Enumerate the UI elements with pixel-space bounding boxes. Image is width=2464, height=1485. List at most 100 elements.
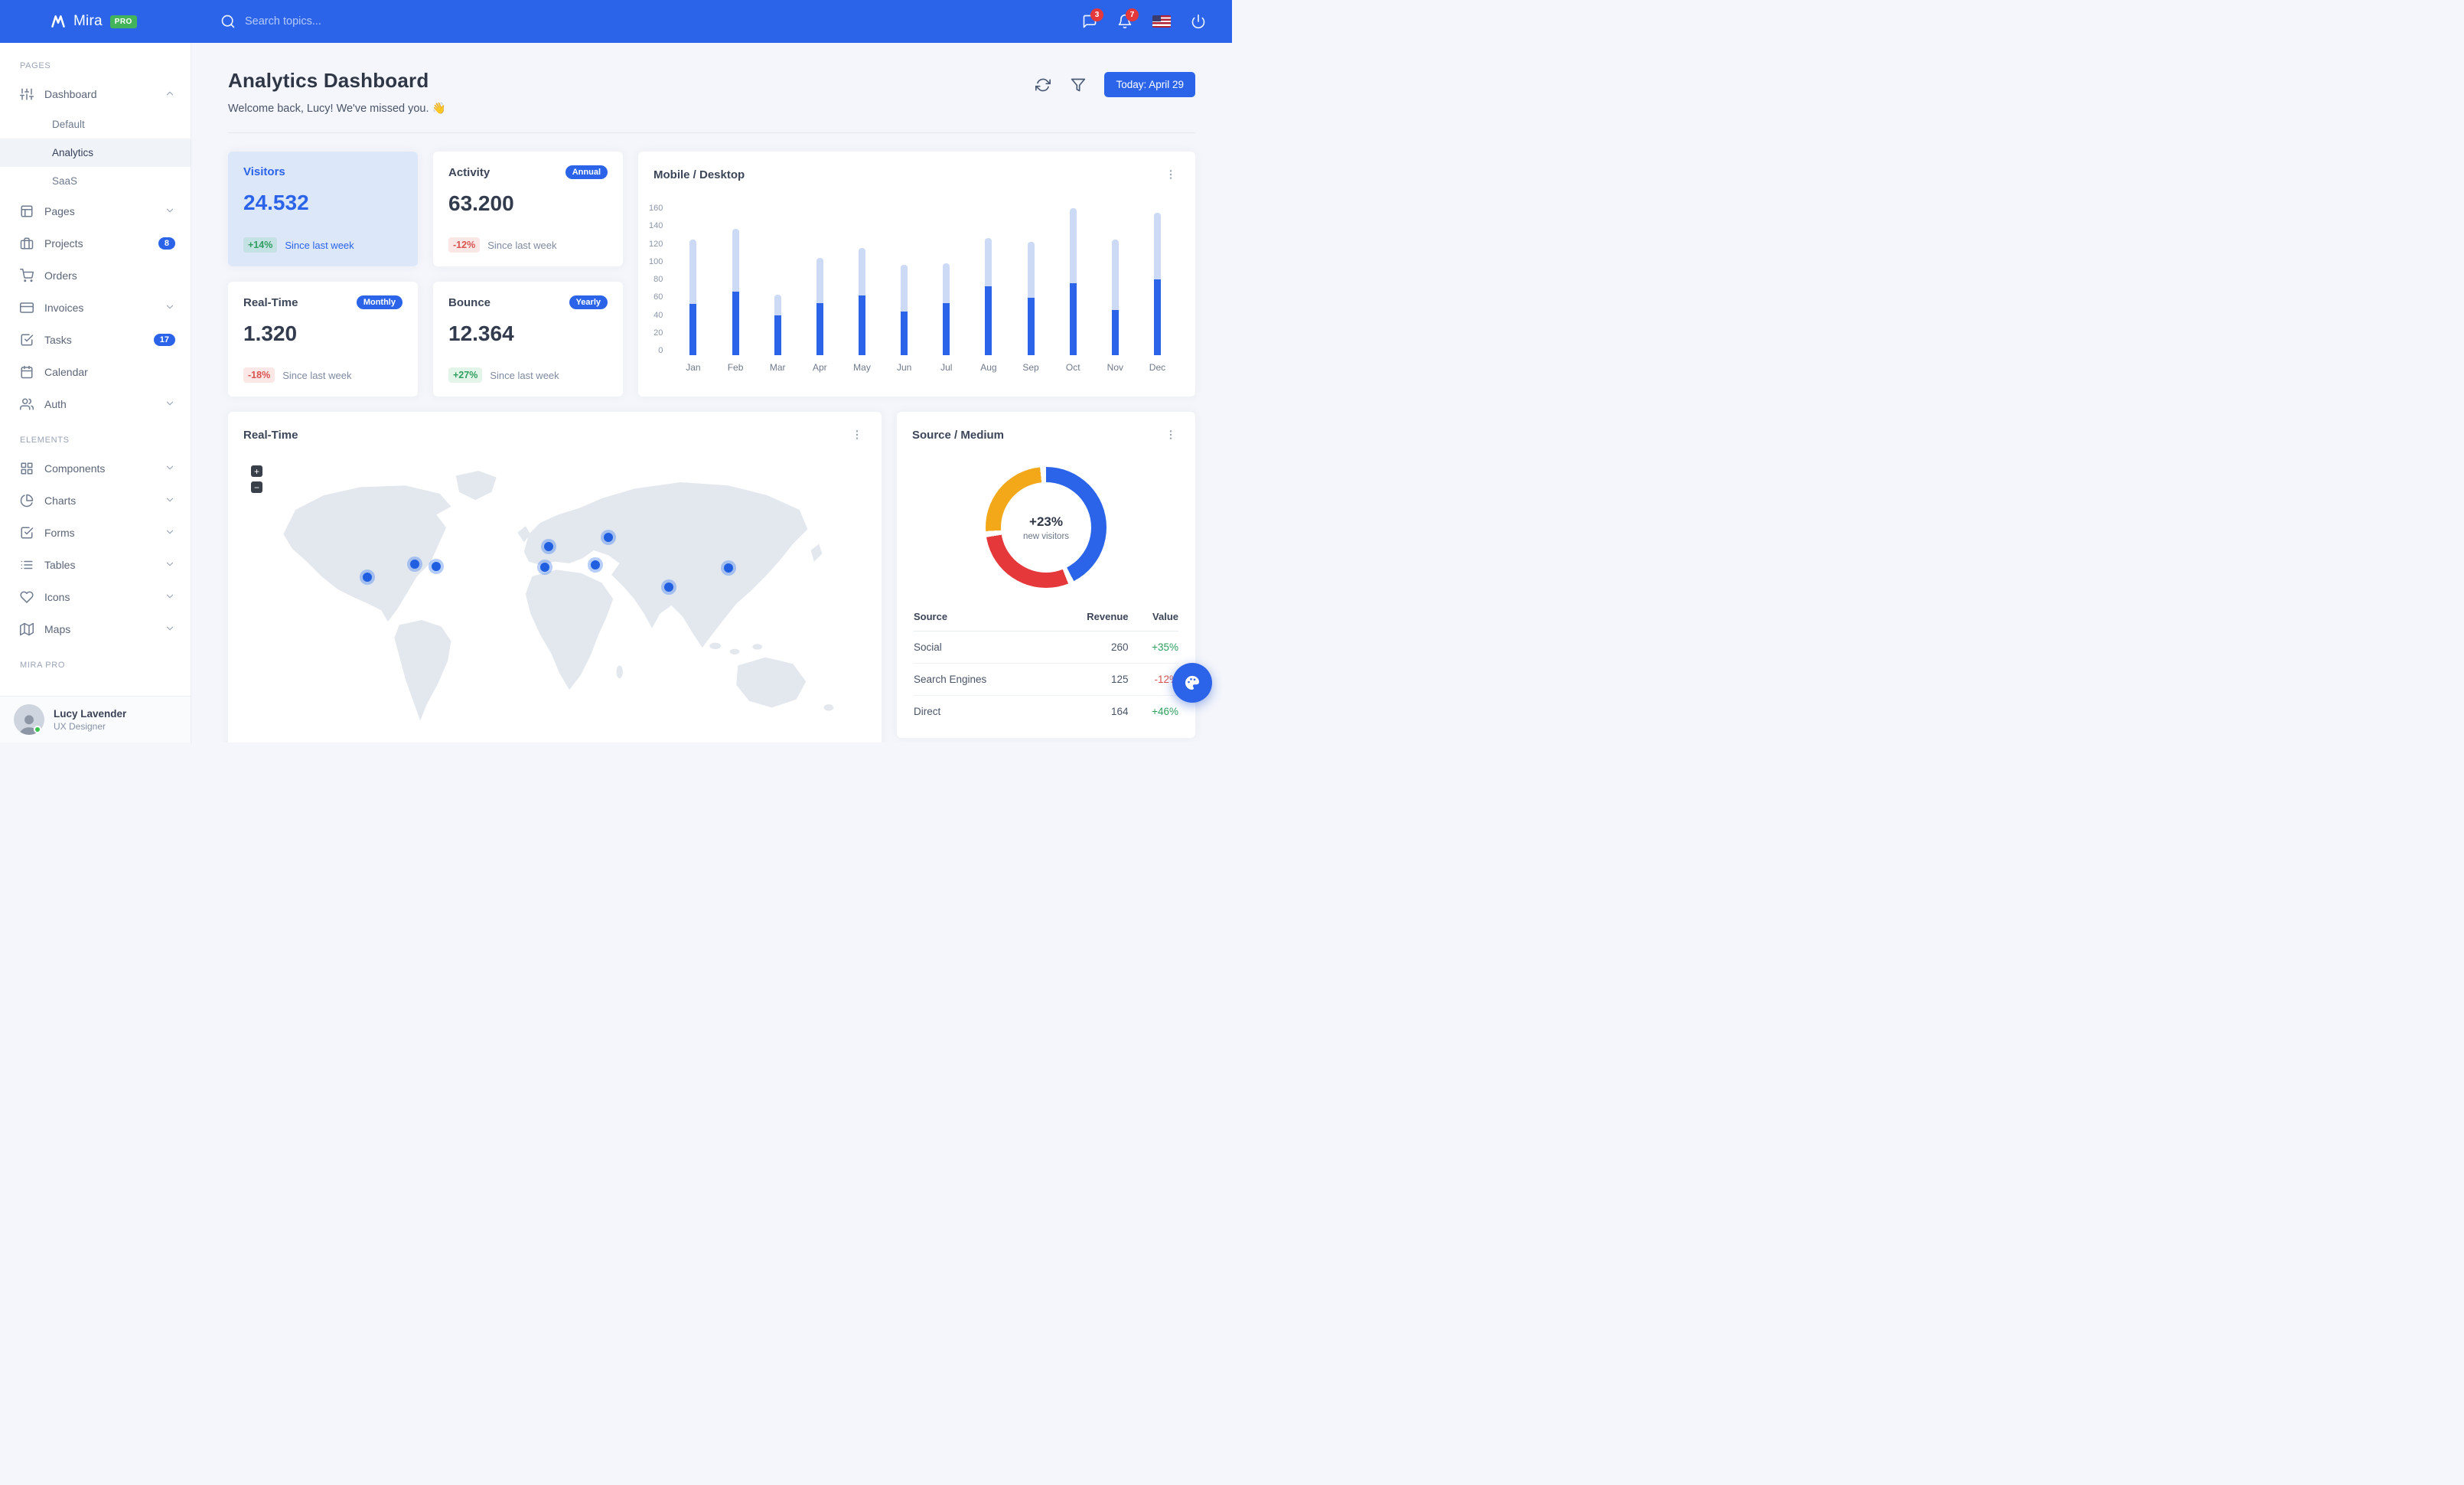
source-menu-button[interactable] (1162, 426, 1180, 444)
table-row[interactable]: Social 260 +35% (914, 631, 1178, 664)
map-marker[interactable] (540, 563, 550, 573)
shopping-cart-icon (20, 269, 34, 282)
bar-chart: 160 140 120 100 80 60 40 20 0 Jan Feb Mar Apr May Jun… (638, 190, 1195, 397)
chevron-down-icon (165, 527, 175, 540)
sidebar-item-label: Tasks (44, 334, 72, 346)
period-badge: Monthly (356, 295, 403, 309)
chevron-down-icon (165, 623, 175, 636)
stat-card-visitors: Visitors 24.532 +14% Since last week (228, 152, 418, 266)
filter-button[interactable] (1066, 73, 1090, 97)
stat-change-badge: -18% (243, 367, 275, 383)
donut-center-value: +23% (1029, 514, 1063, 529)
bar-oct (1052, 204, 1094, 355)
chevron-down-icon (165, 494, 175, 508)
map-menu-button[interactable] (848, 426, 866, 444)
map-marker[interactable] (664, 582, 674, 592)
sidebar-item-label: Maps (44, 623, 71, 635)
theme-settings-button[interactable] (1172, 663, 1212, 703)
sidebar-subitem-analytics[interactable]: Analytics (0, 139, 191, 167)
map-marker[interactable] (603, 533, 613, 542)
map-icon (20, 622, 34, 636)
chart-title: Mobile / Desktop (653, 168, 745, 181)
pro-badge: PRO (109, 15, 137, 28)
map-marker[interactable] (543, 541, 553, 551)
stat-card-activity: Activity Annual 63.200 -12% Since last w… (433, 152, 623, 266)
mobile-desktop-chart-card: Mobile / Desktop 160 140 120 100 80 60 40 20 0 J… (638, 152, 1195, 397)
sidebar-item-charts[interactable]: Charts (0, 485, 191, 517)
refresh-button[interactable] (1031, 73, 1055, 97)
stat-note: Since last week (285, 239, 354, 251)
sidebar-item-tasks[interactable]: Tasks 17 (0, 324, 191, 356)
source-medium-title: Source / Medium (912, 428, 1005, 442)
mira-logo-icon (51, 15, 65, 28)
chevron-down-icon (165, 591, 175, 604)
date-range-button[interactable]: Today: April 29 (1104, 72, 1195, 97)
chevron-down-icon (165, 302, 175, 315)
sidebar-section-mira-pro: MIRA PRO (20, 661, 66, 670)
sidebar-item-forms[interactable]: Forms (0, 517, 191, 549)
stat-title: Bounce (448, 295, 491, 309)
map-marker[interactable] (590, 560, 600, 570)
bar-jun (883, 204, 925, 355)
sidebar-subitem-saas[interactable]: SaaS (0, 167, 191, 195)
sidebar-item-label: Pages (44, 205, 75, 217)
table-row[interactable]: Direct 164 +46% (914, 696, 1178, 728)
stat-value: 24.532 (243, 191, 309, 214)
map-marker[interactable] (432, 562, 442, 572)
chart-menu-button[interactable] (1162, 165, 1180, 184)
sidebar-user[interactable]: Lucy Lavender UX Designer (0, 696, 191, 742)
sidebar-item-dashboard[interactable]: Dashboard (0, 78, 191, 110)
sidebar-item-label: Orders (44, 269, 77, 282)
sidebar-item-maps[interactable]: Maps (0, 613, 191, 645)
sidebar-item-calendar[interactable]: Calendar (0, 356, 191, 388)
sidebar-item-icons[interactable]: Icons (0, 581, 191, 613)
realtime-map-card: Real-Time + − (228, 412, 882, 742)
tasks-count-badge: 17 (153, 334, 175, 346)
stat-change-badge: +27% (448, 367, 483, 383)
world-map[interactable]: + − (239, 455, 871, 722)
table-row[interactable]: Search Engines 125 -12% (914, 663, 1178, 696)
map-zoom-in-button[interactable]: + (251, 465, 262, 477)
sign-out-button[interactable] (1185, 8, 1212, 35)
map-zoom-out-button[interactable]: − (251, 481, 262, 493)
notifications-button[interactable]: 7 (1111, 8, 1139, 35)
sidebar-item-auth[interactable]: Auth (0, 388, 191, 420)
sidebar-item-pages[interactable]: Pages (0, 195, 191, 227)
navbar-search (220, 14, 413, 29)
sidebar-item-components[interactable]: Components (0, 452, 191, 485)
value-cell: +35% (1128, 631, 1178, 664)
sidebar-item-projects[interactable]: Projects 8 (0, 227, 191, 259)
value-cell: -12% (1128, 663, 1178, 696)
bar-chart-x-axis: Jan Feb Mar Apr May Jun Jul Aug Sep Oct Nov Dec (686, 362, 1166, 373)
search-input[interactable] (245, 15, 413, 28)
bar-sep (1009, 204, 1051, 355)
map-marker[interactable] (723, 563, 733, 573)
stat-note: Since last week (282, 369, 352, 381)
messages-button[interactable]: 3 (1076, 8, 1103, 35)
chevron-down-icon (165, 398, 175, 411)
sidebar-item-invoices[interactable]: Invoices (0, 292, 191, 324)
chevron-down-icon (165, 559, 175, 572)
sidebar-item-label: Projects (44, 237, 83, 250)
revenue-cell: 164 (1110, 706, 1129, 717)
sidebar-item-label: Charts (44, 494, 77, 507)
bar-apr (799, 204, 841, 355)
sidebar-item-tables[interactable]: Tables (0, 549, 191, 581)
column-header: Revenue (1050, 603, 1129, 632)
palette-icon (1185, 676, 1199, 690)
main-content: Analytics Dashboard Welcome back, Lucy! … (191, 43, 1232, 742)
stat-change-badge: -12% (448, 237, 481, 253)
map-marker[interactable] (363, 572, 373, 582)
chevron-down-icon (165, 462, 175, 475)
map-marker[interactable] (409, 559, 419, 569)
brand-logo[interactable]: Mira PRO (0, 13, 191, 30)
sidebar-subitem-default[interactable]: Default (0, 110, 191, 139)
kebab-icon (1169, 430, 1172, 439)
language-button[interactable] (1146, 9, 1177, 34)
donut-center-caption: new visitors (1022, 531, 1070, 541)
stat-title: Real-Time (243, 295, 298, 309)
sidebar-item-orders[interactable]: Orders (0, 259, 191, 292)
source-medium-table: Source Revenue Value Social 260 +35% Sea… (914, 603, 1178, 727)
credit-card-icon (20, 302, 34, 313)
user-role: UX Designer (54, 720, 106, 732)
